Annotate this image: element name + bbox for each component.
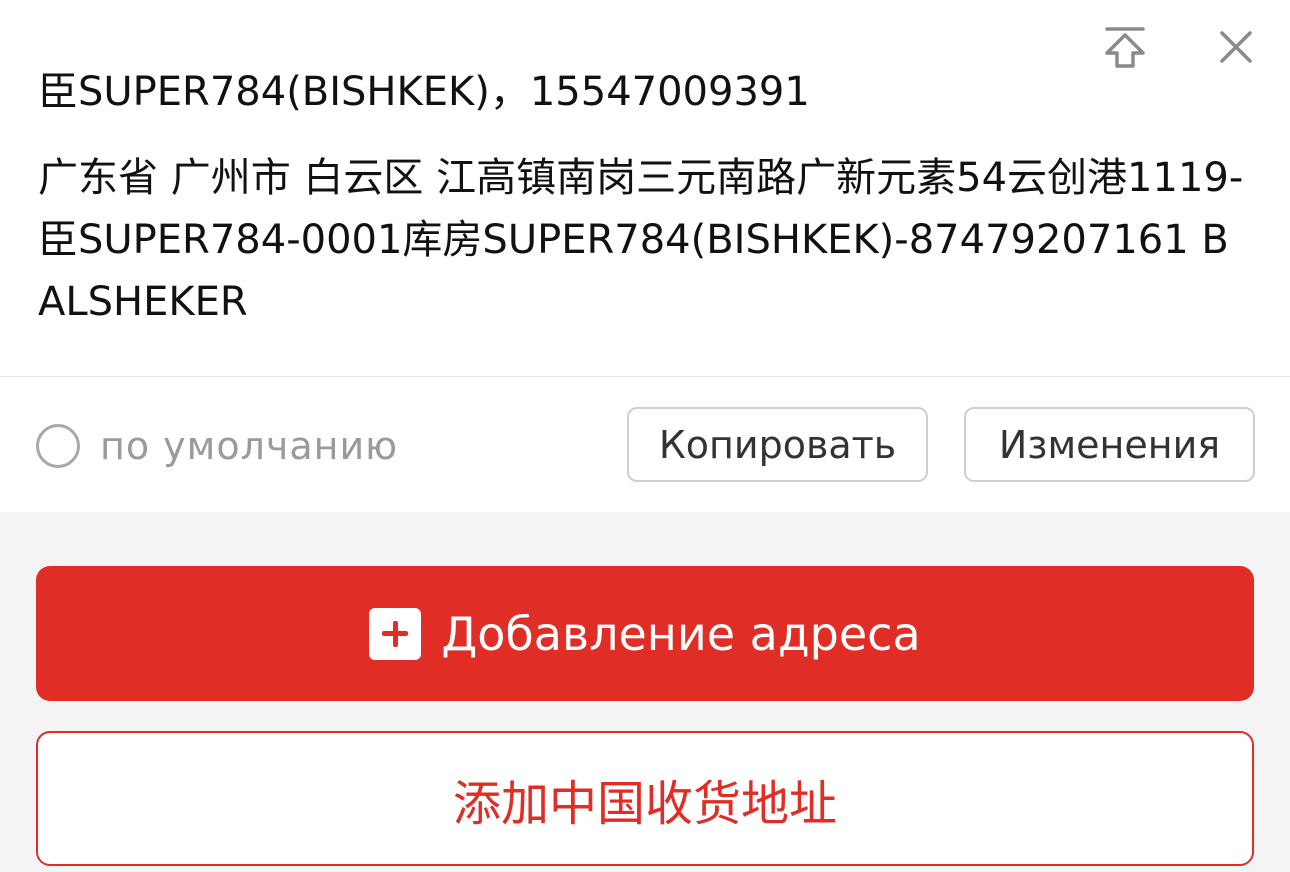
copy-button[interactable]: Копировать [627,407,928,482]
default-address-toggle[interactable]: по умолчанию [36,418,398,474]
plus-square-icon [369,607,422,660]
edit-button[interactable]: Изменения [964,407,1255,482]
recipient-name-phone: 臣SUPER784(BISHKEK)，15547009391 [38,69,810,115]
add-address-label: Добавление адреса [441,606,921,661]
address-card: 臣SUPER784(BISHKEK)，15547009391 广东省 广州市 白… [0,0,1290,512]
add-address-button[interactable]: Добавление адреса [36,566,1254,701]
radio-button[interactable] [36,424,80,468]
default-label: по умолчанию [100,424,399,468]
divider [0,376,1290,377]
address-text: 广东省 广州市 白云区 江高镇南岗三元南路广新元素54云创港1119-臣SUPE… [38,155,1244,325]
add-china-address-button[interactable]: 添加中国收货地址 [36,731,1254,866]
close-icon[interactable] [1208,19,1264,75]
